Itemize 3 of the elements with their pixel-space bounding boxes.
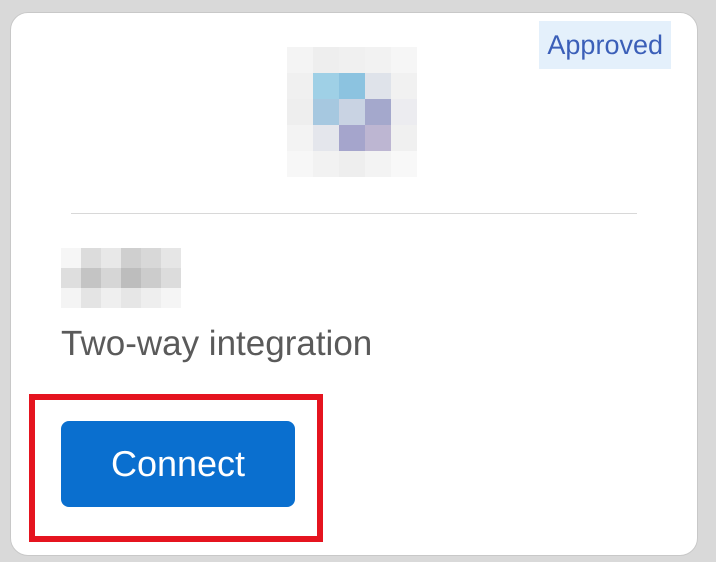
description-text: Two-way integration [61,323,374,365]
approved-badge: Approved [539,21,671,69]
connect-button[interactable]: Connect [61,421,295,507]
